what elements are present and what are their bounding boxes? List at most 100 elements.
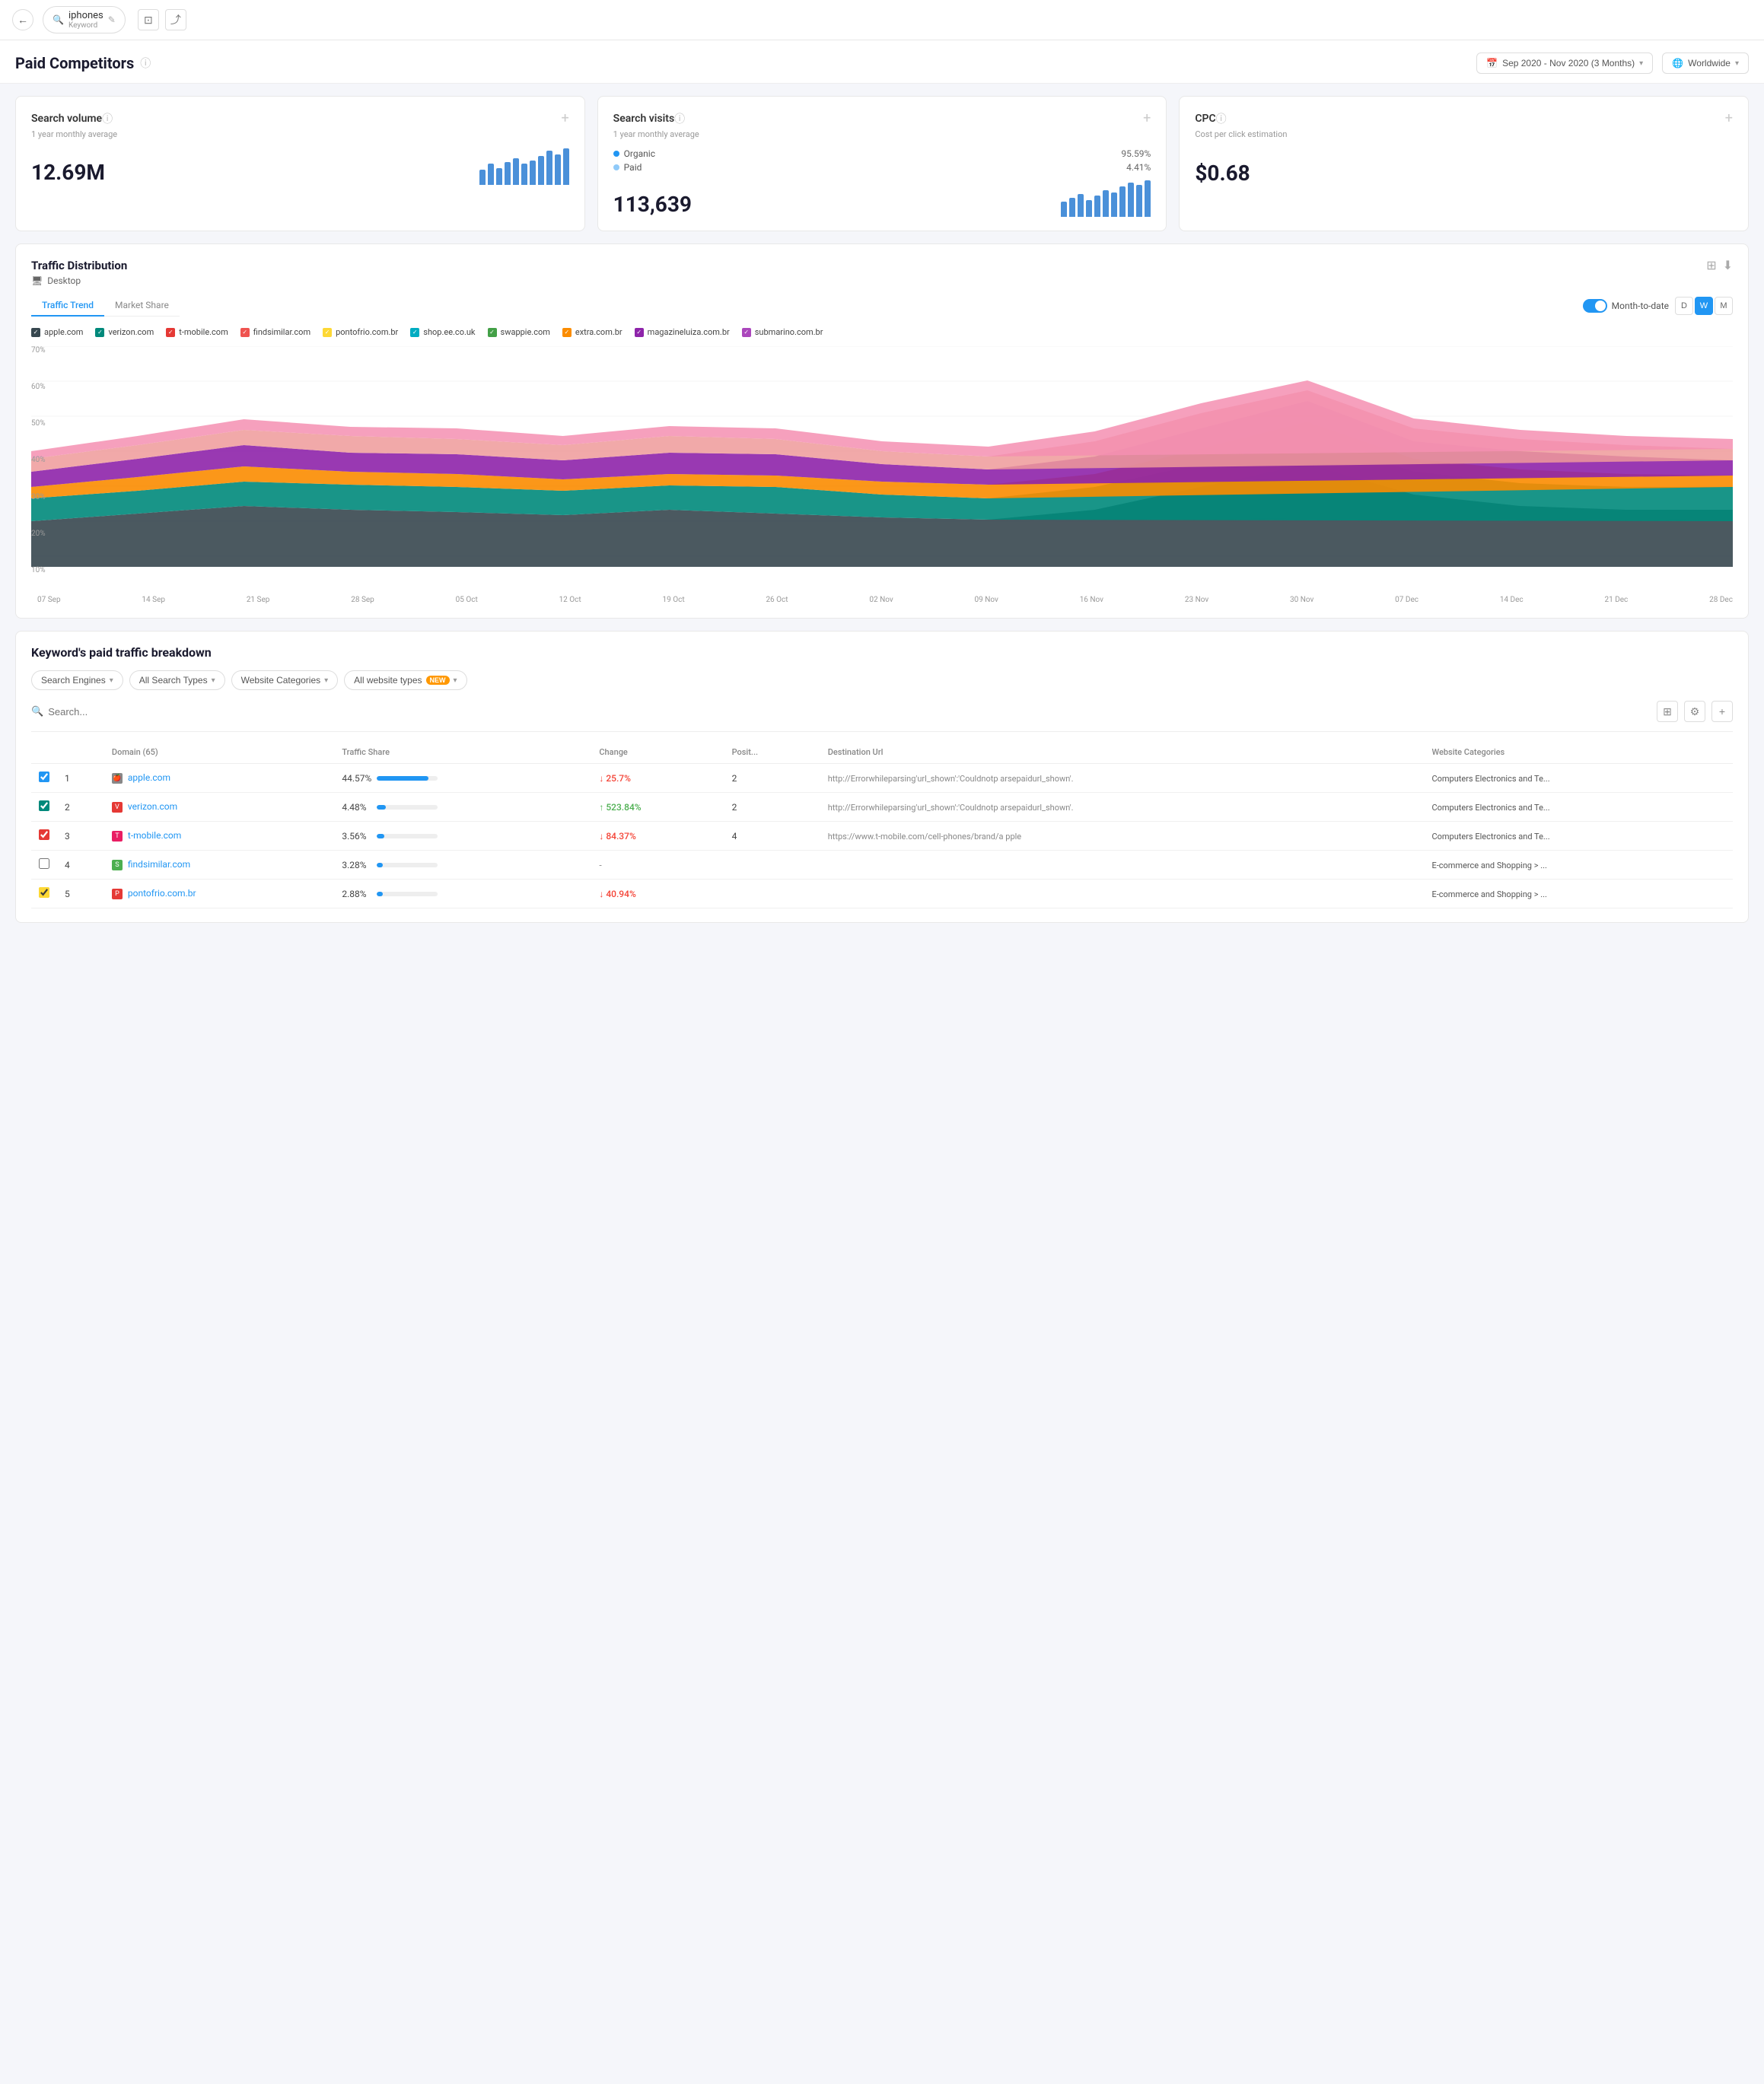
back-icon: ← (18, 14, 28, 26)
table-row: 2 V verizon.com 4.48% ↑ 523.84% 2 http:/… (31, 793, 1733, 822)
row-domain-2: V verizon.com (104, 793, 334, 822)
domain-link-1[interactable]: apple.com (128, 772, 170, 783)
geo-filter-label: Worldwide (1688, 58, 1731, 68)
row-position-2: 2 (724, 793, 820, 822)
metric-info-icon-0[interactable]: ⓘ (102, 111, 113, 126)
geo-filter-button[interactable]: 🌐 Worldwide ▾ (1662, 52, 1749, 74)
row-position-4 (724, 851, 820, 880)
tab-market-share[interactable]: Market Share (104, 295, 180, 317)
search-engines-label: Search Engines (41, 675, 106, 686)
mini-bar-chart-1 (1061, 180, 1151, 217)
breakdown-section: Keyword's paid traffic breakdown Search … (15, 631, 1749, 923)
cpc-card: CPC ⓘ + Cost per click estimation $0.68 (1179, 96, 1749, 231)
download-icon[interactable]: ⬇ (1723, 258, 1733, 272)
table-settings-btn[interactable]: ⚙ (1684, 701, 1705, 722)
row-change-2: ↑ 523.84% (591, 793, 724, 822)
keyword-pill[interactable]: 🔍 iphones Keyword ✎ (43, 6, 126, 33)
back-button[interactable]: ← (12, 9, 33, 30)
row-traffic-3: 3.56% (334, 822, 591, 851)
breakdown-table: Domain (65) Traffic Share Change Posit..… (31, 741, 1733, 908)
row-domain-1: 🍎 apple.com (104, 764, 334, 793)
excel-export-icon[interactable]: ⊞ (1706, 258, 1716, 272)
website-categories-filter[interactable]: Website Categories ▾ (231, 670, 339, 690)
domain-link-3[interactable]: t-mobile.com (128, 830, 181, 841)
tab-traffic-trend[interactable]: Traffic Trend (31, 295, 104, 317)
row-change-5: ↓ 40.94% (591, 880, 724, 908)
metric-title-2: CPC (1195, 113, 1215, 125)
metric-legends-1: Organic 95.59% Paid 4.41% (613, 148, 1151, 173)
row-cat-3: Computers Electronics and Te... (1424, 822, 1733, 851)
legend-tmobile: t-mobile.com (179, 327, 228, 337)
metric-add-btn-0[interactable]: + (561, 110, 568, 126)
settings-icon: ⚙ (1690, 705, 1700, 718)
row-cat-5: E-commerce and Shopping > ... (1424, 880, 1733, 908)
row-change-4: - (591, 851, 724, 880)
all-search-types-arrow: ▾ (212, 676, 215, 685)
legend-extra: extra.com.br (575, 327, 622, 337)
row-domain-3: T t-mobile.com (104, 822, 334, 851)
geo-filter-arrow: ▾ (1735, 59, 1739, 68)
row-checkbox-4[interactable] (39, 858, 49, 869)
row-cat-4: E-commerce and Shopping > ... (1424, 851, 1733, 880)
table-row: 3 T t-mobile.com 3.56% ↓ 84.37% 4 https:… (31, 822, 1733, 851)
legend-swappie: swappie.com (501, 327, 550, 337)
legend-organic-pct: 95.59% (1121, 148, 1151, 159)
month-to-date-toggle[interactable] (1583, 299, 1607, 313)
domain-link-4[interactable]: findsimilar.com (128, 859, 190, 870)
row-checkbox-1[interactable] (39, 772, 49, 782)
metric-add-btn-1[interactable]: + (1143, 110, 1151, 126)
search-visits-card: Search visits ⓘ + 1 year monthly average… (597, 96, 1167, 231)
col-dest-url: Destination Url (820, 741, 1425, 764)
metric-info-icon-1[interactable]: ⓘ (674, 111, 685, 126)
export-button[interactable]: ⤴ (165, 9, 186, 30)
chart-title: Traffic Distribution (31, 259, 127, 272)
row-traffic-4: 3.28% (334, 851, 591, 880)
copy-icon: ⊡ (144, 14, 153, 27)
all-search-types-filter[interactable]: All Search Types ▾ (129, 670, 225, 690)
table-search-input[interactable] (48, 706, 1657, 717)
row-url-5 (820, 880, 1425, 908)
add-icon: + (1719, 705, 1725, 717)
row-traffic-5: 2.88% (334, 880, 591, 908)
table-add-btn[interactable]: + (1711, 701, 1733, 722)
row-change-3: ↓ 84.37% (591, 822, 724, 851)
globe-icon: 🌐 (1672, 58, 1683, 68)
breakdown-title: Keyword's paid traffic breakdown (31, 645, 1733, 660)
desktop-icon: 🖥 (31, 275, 43, 286)
col-change: Change (591, 741, 724, 764)
all-website-types-filter[interactable]: All website types NEW ▾ (344, 670, 466, 690)
row-checkbox-2[interactable] (39, 800, 49, 811)
edit-icon[interactable]: ✎ (108, 14, 116, 25)
domain-link-2[interactable]: verizon.com (128, 801, 177, 812)
table-excel-btn[interactable]: ⊞ (1657, 701, 1678, 722)
legend-organic-label: Organic (624, 148, 655, 159)
row-checkbox-5[interactable] (39, 887, 49, 898)
page-info-icon[interactable]: ⓘ (140, 56, 151, 71)
legend-verizon: verizon.com (108, 327, 154, 337)
col-website-cat: Website Categories (1424, 741, 1733, 764)
row-checkbox-3[interactable] (39, 829, 49, 840)
metric-info-icon-2[interactable]: ⓘ (1216, 111, 1227, 126)
row-num-1: 1 (57, 764, 104, 793)
row-url-2: http://Errorwhileparsing'url_shown':'Cou… (820, 793, 1425, 822)
traffic-distribution-section: Traffic Distribution ⊞ ⬇ 🖥 Desktop Traff… (15, 243, 1749, 619)
date-filter-button[interactable]: 📅 Sep 2020 - Nov 2020 (3 Months) ▾ (1476, 52, 1653, 74)
copy-button[interactable]: ⊡ (138, 9, 159, 30)
metric-add-btn-2[interactable]: + (1725, 110, 1733, 126)
row-num-5: 5 (57, 880, 104, 908)
col-traffic-share: Traffic Share (334, 741, 591, 764)
mini-bar-chart-0 (479, 148, 569, 185)
search-icon-table: 🔍 (31, 706, 43, 717)
col-domain: Domain (65) (104, 741, 334, 764)
period-btn-m[interactable]: M (1715, 297, 1733, 315)
legend-shopee: shop.ee.co.uk (423, 327, 475, 337)
domain-link-5[interactable]: pontofrio.com.br (128, 888, 196, 899)
row-url-1: http://Errorwhileparsing'url_shown':'Cou… (820, 764, 1425, 793)
period-btn-w[interactable]: W (1695, 297, 1713, 315)
row-position-3: 4 (724, 822, 820, 851)
metric-subtitle-0: 1 year monthly average (31, 129, 569, 139)
metric-title-1: Search visits (613, 113, 675, 125)
search-engines-filter[interactable]: Search Engines ▾ (31, 670, 123, 690)
period-btn-d[interactable]: D (1675, 297, 1693, 315)
chart-legend: ✓apple.com ✓verizon.com ✓t-mobile.com ✓f… (31, 327, 1733, 337)
